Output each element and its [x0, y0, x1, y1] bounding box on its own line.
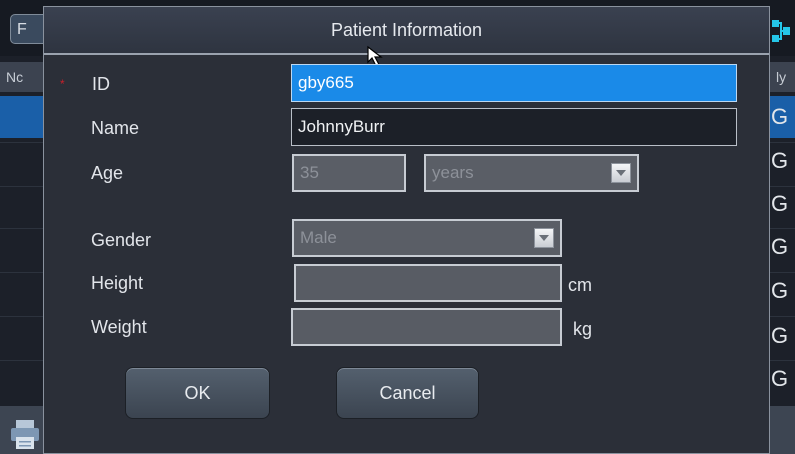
- height-unit: cm: [568, 275, 592, 295]
- weight-label: Weight: [91, 317, 147, 337]
- age-input[interactable]: 35: [292, 154, 406, 192]
- id-input[interactable]: gby665: [291, 64, 737, 102]
- chevron-down-icon[interactable]: [611, 163, 631, 183]
- list-header-left: Nc: [6, 69, 24, 85]
- weight-unit: kg: [573, 319, 593, 339]
- list-item[interactable]: G: [771, 278, 788, 304]
- list-header-right: ly: [776, 69, 787, 85]
- chevron-down-icon[interactable]: [534, 228, 554, 248]
- list-item[interactable]: G: [771, 323, 788, 349]
- ok-button[interactable]: OK: [125, 367, 270, 419]
- weight-input[interactable]: [291, 308, 562, 346]
- gender-label: Gender: [91, 230, 152, 250]
- gender-value: Male: [300, 228, 337, 247]
- height-input[interactable]: [294, 264, 562, 302]
- list-item[interactable]: G: [771, 148, 788, 174]
- list-item[interactable]: G: [771, 234, 788, 260]
- name-label: Name: [91, 118, 140, 138]
- gender-select[interactable]: Male: [292, 219, 562, 257]
- list-item[interactable]: G: [771, 366, 788, 392]
- height-label: Height: [91, 273, 144, 293]
- list-item[interactable]: G: [771, 191, 788, 217]
- printer-icon[interactable]: [10, 418, 40, 450]
- patient-information-dialog: Patient Information * ID gby665 Name Joh…: [43, 6, 770, 454]
- cancel-button[interactable]: Cancel: [336, 367, 479, 419]
- dialog-title: Patient Information: [330, 20, 483, 40]
- id-label: ID: [92, 74, 110, 94]
- age-unit-select[interactable]: years: [424, 154, 639, 192]
- dialog-titlebar[interactable]: Patient Information: [44, 7, 769, 55]
- age-unit-value: years: [432, 163, 474, 182]
- list-item[interactable]: G: [771, 104, 788, 130]
- required-marker: *: [60, 77, 65, 91]
- name-input[interactable]: JohnnyBurr: [291, 108, 737, 146]
- age-label: Age: [91, 163, 124, 183]
- network-icon[interactable]: [770, 18, 792, 44]
